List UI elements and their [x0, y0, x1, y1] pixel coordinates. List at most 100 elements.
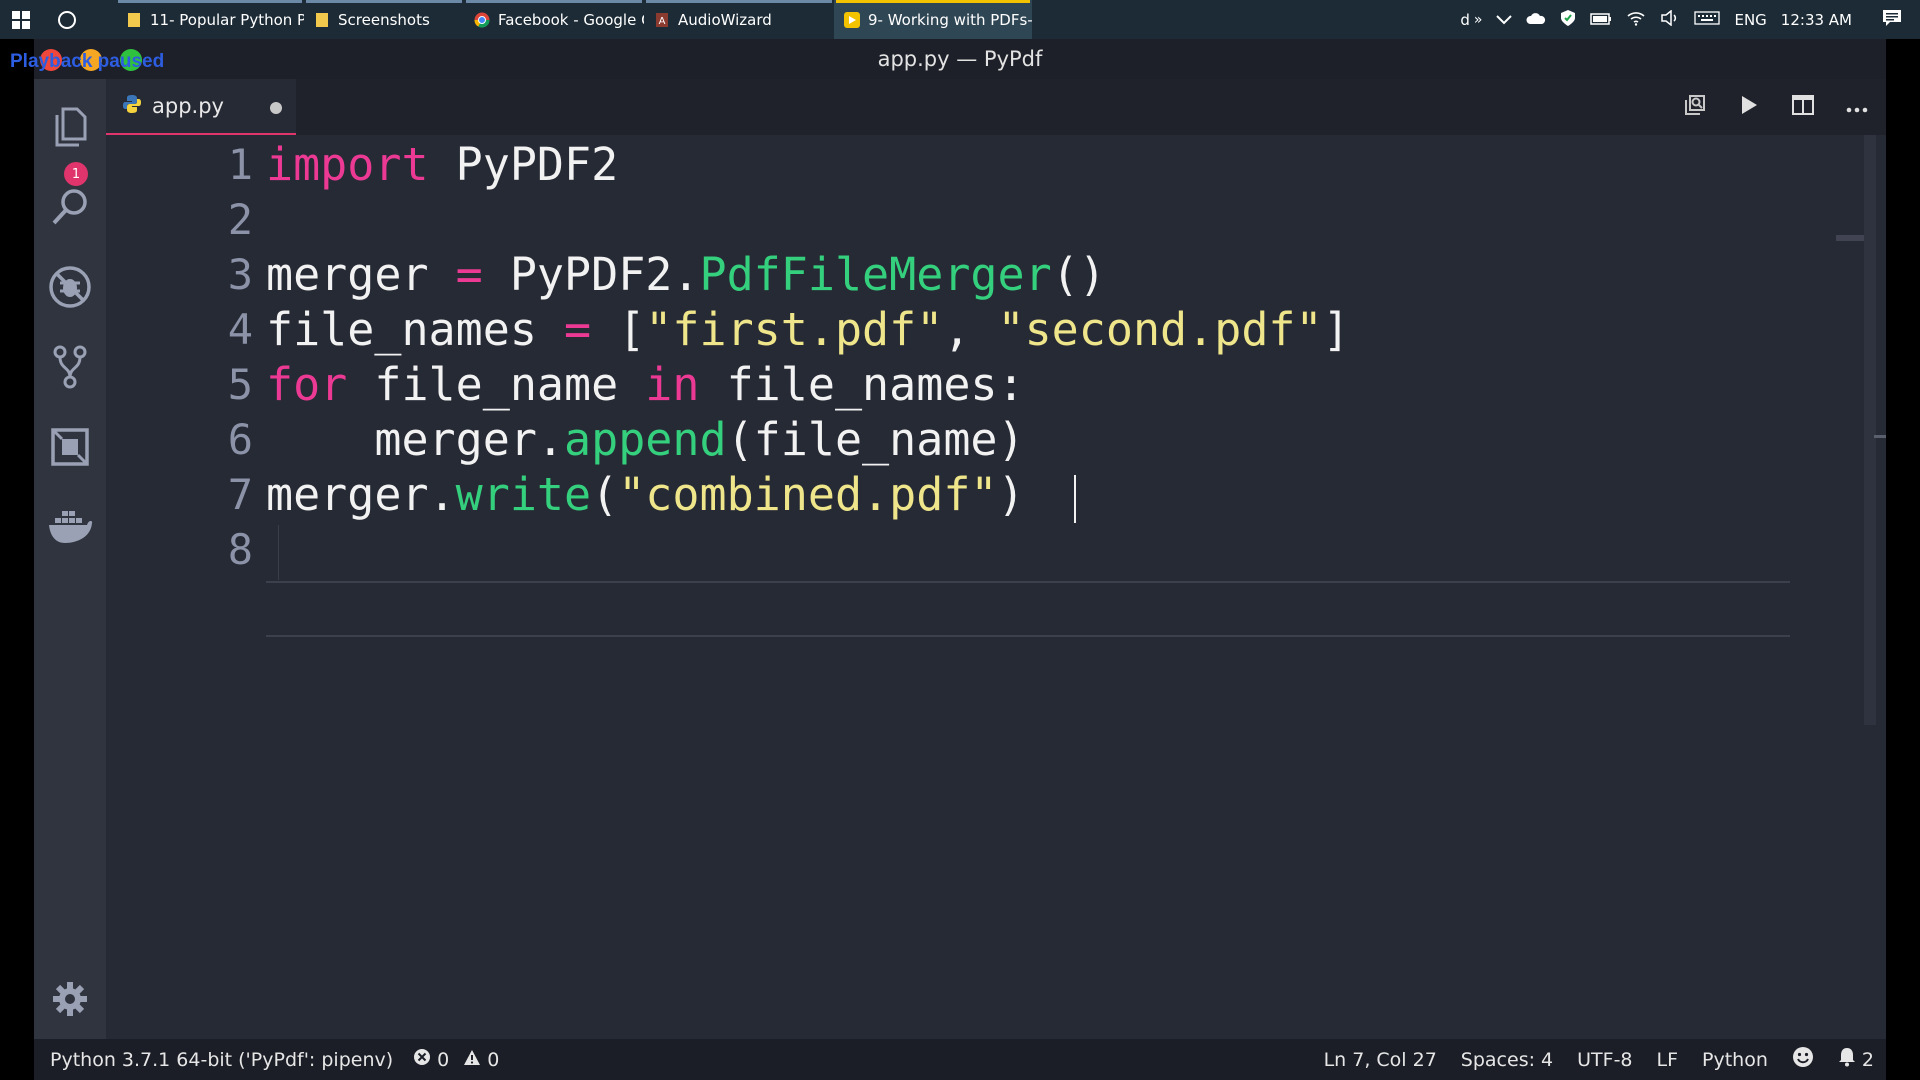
code-token: PyPDF2.: [482, 248, 700, 301]
explorer-button[interactable]: [48, 107, 92, 151]
line-number: 3: [227, 250, 253, 299]
taskbar-item-chrome[interactable]: Facebook - Google Ch...: [464, 0, 644, 39]
code-token: file_names:: [699, 358, 1025, 411]
window-title: app.py — PyPdf: [877, 47, 1043, 71]
code-line-7: 7 merger.write("combined.pdf"): [106, 467, 1886, 522]
code-token: (): [1051, 248, 1106, 301]
line-number: 6: [227, 415, 253, 464]
volume-icon[interactable]: [1660, 8, 1680, 30]
error-icon: [413, 1048, 431, 1071]
security-shield-icon[interactable]: [1560, 9, 1576, 31]
taskbar-item-python-packages[interactable]: 11- Popular Python Pa...: [116, 0, 304, 39]
vertical-scrollbar[interactable]: [1864, 135, 1876, 725]
taskbar-item-screenshots[interactable]: Screenshots: [304, 0, 464, 39]
files-icon: [53, 107, 87, 151]
code-line-5: 5 for file_name in file_names:: [106, 357, 1886, 412]
docker-button[interactable]: [47, 507, 93, 551]
extensions-button[interactable]: [48, 427, 92, 471]
docker-icon: [47, 509, 93, 549]
taskbar-item-video-player[interactable]: 9- Working with PDFs-...: [834, 0, 1032, 39]
folder-icon: [314, 12, 330, 28]
action-center-icon[interactable]: [1882, 9, 1902, 31]
keyboard-icon[interactable]: [1694, 10, 1721, 29]
code-token: ]: [1322, 303, 1350, 356]
play-icon: [1739, 94, 1759, 120]
feedback-smiley-icon[interactable]: [1792, 1046, 1814, 1073]
more-actions-button[interactable]: [1842, 92, 1872, 122]
code-token: ,: [943, 303, 998, 356]
extensions-icon: [50, 427, 90, 471]
media-player-icon: [844, 11, 860, 28]
operator-token: =: [564, 303, 592, 356]
string-token: "first.pdf": [645, 303, 944, 356]
line-number: 8: [227, 525, 253, 574]
playback-status-overlay: Playback paused: [10, 51, 165, 72]
overflow-chevron[interactable]: »: [1474, 12, 1483, 28]
source-control-icon: [52, 345, 88, 393]
editor-actions: [1680, 79, 1872, 135]
battery-icon[interactable]: [1590, 11, 1612, 29]
language-indicator[interactable]: ENG: [1734, 11, 1766, 29]
keyword-token: import: [266, 138, 429, 191]
line-ending-selector[interactable]: LF: [1657, 1049, 1679, 1071]
svg-text:A: A: [659, 16, 666, 27]
wifi-icon[interactable]: [1626, 10, 1646, 30]
cortana-icon[interactable]: [42, 0, 92, 39]
code-line-8: 8: [106, 522, 1886, 577]
system-tray: d » ENG 12:33 AM: [1460, 0, 1920, 39]
split-editor-button[interactable]: [1788, 92, 1818, 122]
code-line-6: 6 merger.append(file_name): [106, 412, 1886, 467]
open-preview-button[interactable]: [1680, 92, 1710, 122]
line-number: 5: [227, 360, 253, 409]
python-interpreter-selector[interactable]: Python 3.7.1 64-bit ('PyPdf': pipenv): [50, 1049, 393, 1071]
taskbar-item-audiowizard[interactable]: A AudioWizard: [644, 0, 834, 39]
line-number: 2: [227, 195, 253, 244]
unsaved-dot-icon[interactable]: [270, 102, 282, 114]
line-number: 4: [227, 305, 253, 354]
chrome-icon: [474, 12, 490, 28]
code-line-3: 3 merger = PyPDF2.PdfFileMerger(): [106, 247, 1886, 302]
code-token: file_name: [347, 358, 646, 411]
notifications-button[interactable]: 2: [1838, 1047, 1874, 1072]
show-hidden-icons-icon[interactable]: [1496, 11, 1513, 29]
problems-indicator[interactable]: 0 0: [413, 1048, 499, 1071]
run-button[interactable]: [1734, 92, 1764, 122]
taskbar-item-label: Screenshots: [338, 10, 430, 29]
onedrive-icon[interactable]: [1526, 11, 1546, 29]
title-bar: Playback paused app.py — PyPdf: [10, 39, 1886, 79]
explorer-badge: 1: [64, 162, 88, 186]
python-file-icon: [122, 94, 142, 119]
debug-button[interactable]: [48, 266, 92, 311]
tab-app-py[interactable]: app.py: [106, 79, 296, 135]
code-token: (file_name): [726, 413, 1025, 466]
audio-icon: A: [654, 12, 670, 28]
clock[interactable]: 12:33 AM: [1781, 11, 1852, 29]
code-token: merger: [266, 248, 456, 301]
windows-start-icon[interactable]: [0, 0, 42, 39]
vscode-window: Playback paused app.py — PyPdf 1 app.py …: [10, 39, 1886, 1080]
indentation-setting[interactable]: Spaces: 4: [1461, 1049, 1553, 1071]
string-token: "second.pdf": [997, 303, 1323, 356]
code-token: (: [591, 468, 619, 521]
code-line-2: 2: [106, 192, 1886, 247]
manage-button[interactable]: [48, 979, 92, 1023]
status-bar: Python 3.7.1 64-bit ('PyPdf': pipenv) 0 …: [34, 1039, 1886, 1080]
encoding-selector[interactable]: UTF-8: [1577, 1049, 1632, 1071]
tab-label: app.py: [152, 94, 224, 118]
keyword-token: in: [645, 358, 700, 411]
preview-search-icon: [1682, 92, 1708, 122]
source-control-button[interactable]: [48, 345, 92, 393]
overview-ruler-marker: [1874, 435, 1886, 438]
cursor-position[interactable]: Ln 7, Col 27: [1324, 1049, 1437, 1071]
operator-token: =: [455, 248, 483, 301]
split-editor-icon: [1791, 94, 1815, 120]
language-mode-selector[interactable]: Python: [1702, 1049, 1768, 1071]
code-editor[interactable]: 1 import PyPDF2 2 3 merger = PyPDF2.PdfF…: [106, 135, 1886, 1039]
taskbar-item-label: 11- Popular Python Pa...: [150, 10, 304, 29]
search-button[interactable]: [48, 187, 92, 231]
editor-tab-bar: app.py: [106, 79, 1886, 135]
keyword-token: for: [266, 358, 348, 411]
warning-count: 0: [487, 1048, 500, 1071]
code-token: PyPDF2: [428, 138, 619, 191]
string-token: "combined.pdf": [618, 468, 998, 521]
